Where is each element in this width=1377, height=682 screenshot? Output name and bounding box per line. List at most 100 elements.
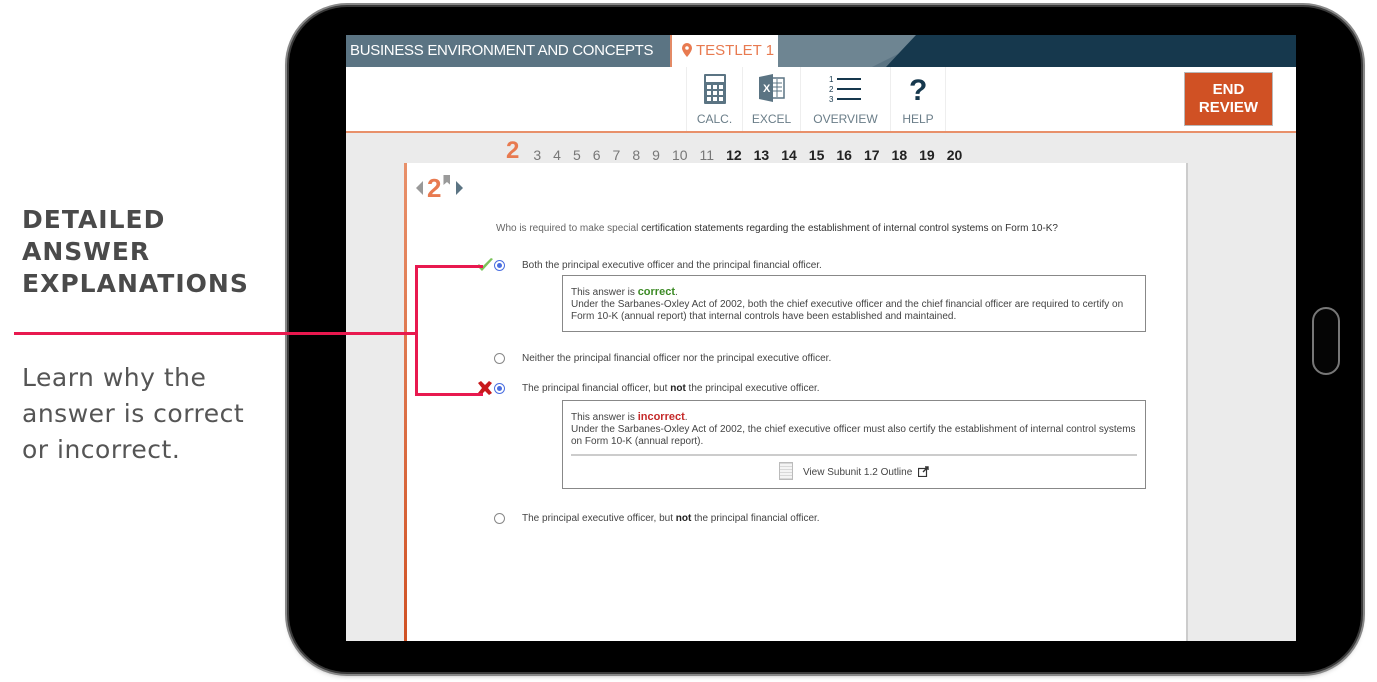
qnav-item[interactable]: 7 [613,147,621,163]
qnav-item[interactable]: 9 [652,147,660,163]
qnav-item[interactable]: 13 [754,147,770,163]
help-label: HELP [902,112,934,126]
excel-label: EXCEL [751,112,792,126]
svg-text:X: X [763,83,771,95]
answer-choice[interactable]: The principal financial officer, but not… [478,381,820,395]
calculator-label: CALC. [696,112,733,126]
help-question-icon: ? [909,74,927,104]
bookmark-icon[interactable] [443,175,451,185]
end-review-button[interactable]: END REVIEW [1184,72,1273,126]
verdict-correct: correct [637,286,675,298]
excel-button[interactable]: X EXCEL [742,67,800,131]
svg-text:3: 3 [829,95,834,104]
qnav-item[interactable]: 14 [781,147,797,163]
panel-accent-bar [404,163,407,641]
answer-explanation: This answer is correct. Under the Sarban… [562,275,1146,332]
answer-label: Neither the principal financial officer … [522,353,832,364]
external-link-icon [918,466,929,477]
callout-title-line: EXPLANATIONS [22,269,249,298]
answer-choice[interactable]: Neither the principal financial officer … [494,353,832,364]
explanation-body: Under the Sarbanes-Oxley Act of 2002, bo… [571,299,1124,322]
qnav-item[interactable]: 12 [726,147,742,163]
qnav-item[interactable]: 17 [864,147,880,163]
question-number: 2 [427,172,442,203]
qnav-item[interactable]: 3 [533,147,541,163]
answer-label: The principal financial officer, but not… [506,383,820,394]
qnav-item[interactable]: 8 [632,147,640,163]
answer-explanation: This answer is incorrect. Under the Sarb… [562,400,1146,489]
explanation-divider [571,454,1137,456]
tablet-home-button [1312,307,1340,375]
qnav-item[interactable]: 4 [553,147,561,163]
answer-radio[interactable] [494,383,505,394]
previous-question-arrow-icon[interactable] [416,181,423,195]
calculator-button[interactable]: CALC. [686,67,742,131]
callout-bracket-bottom [415,393,483,396]
callout-desc-line: or incorrect. [22,435,181,464]
answer-radio[interactable] [494,353,505,364]
answer-radio[interactable] [494,260,505,271]
answer-choice[interactable]: The principal executive officer, but not… [494,513,820,524]
answer-label-part: the principal executive officer. [685,383,820,394]
qnav-item[interactable]: 15 [809,147,825,163]
next-question-arrow-icon[interactable] [456,181,464,195]
question-text: Who is required to make special certific… [496,223,1058,234]
question-header: 2 [416,172,464,203]
explanation-verdict: This answer is correct. [571,286,678,298]
view-outline-link-text: View Subunit 1.2 Outline [802,467,913,478]
answer-choice[interactable]: Both the principal executive officer and… [477,258,822,271]
answer-label: Both the principal executive officer and… [522,260,822,271]
answer-label-part: The principal executive officer, but [522,513,676,524]
callout-title-line: DETAILED [22,205,166,234]
overview-label: OVERVIEW [813,112,878,126]
callout-desc-line: answer is correct [22,399,245,428]
verdict-prefix: This answer is [571,287,638,298]
exam-screen: BUSINESS ENVIRONMENT AND CONCEPTS TESTLE… [346,35,1296,641]
qnav-item[interactable]: 11 [700,147,715,163]
answer-label-part: The principal financial officer, but [522,383,671,394]
question-panel: 2 Who is required to make special certif… [404,163,1188,641]
section-title: BUSINESS ENVIRONMENT AND CONCEPTS [350,42,654,59]
qnav-current[interactable]: 2 [506,139,519,163]
toolbar: CALC. X EXCEL 123 OVERVIEW ? HELP END RE… [346,67,1296,133]
qnav-item[interactable]: 10 [672,147,688,163]
location-pin-icon [682,43,692,57]
callout-bracket-vertical [415,265,418,396]
answer-radio[interactable] [494,513,505,524]
answer-label: The principal executive officer, but not… [506,513,820,524]
answer-label-part: the principal financial officer. [691,513,820,524]
answer-label-emphasis: not [670,383,686,394]
overview-button[interactable]: 123 OVERVIEW [800,67,890,131]
svg-text:2: 2 [829,85,834,94]
callout-connector-line [14,332,418,335]
view-outline-link[interactable]: View Subunit 1.2 Outline [571,462,1137,480]
verdict-incorrect: incorrect [637,411,685,423]
end-review-line: END [1212,81,1245,98]
end-review-line: REVIEW [1198,99,1259,116]
answer-label-emphasis: not [675,513,692,524]
question-text-main: certification statements regarding the e… [641,223,1058,234]
overview-list-icon: 123 [829,75,861,104]
qnav-item[interactable]: 6 [593,147,601,163]
qnav-item[interactable]: 16 [836,147,852,163]
testlet-tab-label: TESTLET 1 [696,42,775,59]
header-decoration-dark [886,35,1296,67]
qnav-item[interactable]: 18 [892,147,908,163]
tab-testlet[interactable]: TESTLET 1 [670,35,778,68]
svg-text:1: 1 [829,75,834,84]
calculator-icon [703,74,726,104]
qnav-item[interactable]: 20 [947,147,963,163]
explanation-body: Under the Sarbanes-Oxley Act of 2002, th… [571,424,1136,447]
qnav-item[interactable]: 5 [573,147,581,163]
document-icon [778,462,793,480]
callout-bracket-top [415,265,483,268]
callout-title: DETAILED ANSWER EXPLANATIONS [22,204,249,300]
explanation-verdict: This answer is incorrect. [571,411,688,423]
help-button[interactable]: ? HELP [890,67,946,131]
question-number-nav: 2 3 4 5 6 7 8 9 10 11 12 13 14 15 16 17 … [506,135,974,164]
svg-text:?: ? [909,74,927,104]
qnav-item[interactable]: 19 [919,147,935,163]
question-text-prefix: Who is required to make special [496,223,642,234]
verdict-prefix: This answer is [571,412,638,423]
callout-desc-line: Learn why the [22,363,207,392]
